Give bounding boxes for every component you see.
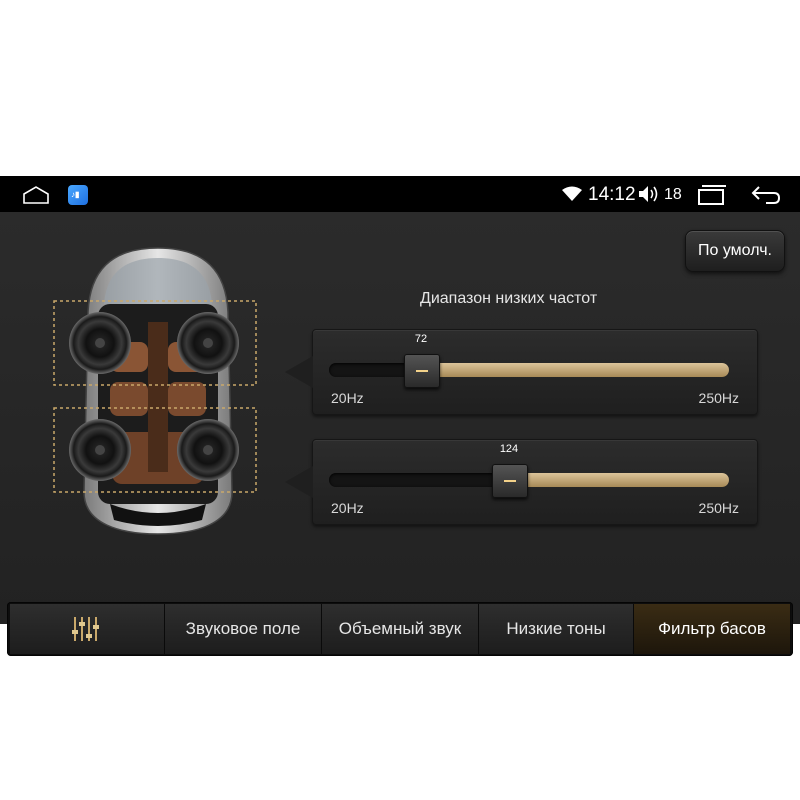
min-label: 20Hz	[331, 390, 364, 406]
slider-fill	[509, 473, 729, 487]
slider-fill	[421, 363, 729, 377]
section-title: Диапазон низких частот	[420, 290, 598, 307]
panel-pointer	[285, 466, 313, 498]
tab-low-tones[interactable]: Низкие тоны	[479, 604, 634, 654]
wifi-icon	[562, 186, 582, 201]
bass-filter-page: По умолч. Диапазон низких частот 72 20Hz…	[0, 212, 800, 656]
tab-bar: Звуковое поле Объемный звук Низкие тоны …	[7, 602, 793, 656]
tab-equalizer[interactable]	[10, 604, 165, 654]
min-label: 20Hz	[331, 500, 364, 516]
back-icon[interactable]	[750, 183, 782, 205]
tab-surround-sound[interactable]: Объемный звук	[322, 604, 479, 654]
frequency-slider-track[interactable]	[329, 473, 729, 487]
frequency-slider-track[interactable]	[329, 363, 729, 377]
tab-bass-filter[interactable]: Фильтр басов	[634, 604, 791, 654]
rear-filter-panel: 124 20Hz 250Hz	[285, 439, 758, 525]
max-label: 250Hz	[698, 390, 739, 406]
frequency-slider-thumb[interactable]	[404, 354, 440, 388]
default-button[interactable]: По умолч.	[685, 230, 785, 272]
max-label: 250Hz	[698, 500, 739, 516]
app-icon[interactable]: ♪▮	[68, 185, 88, 205]
home-icon[interactable]	[22, 185, 50, 205]
volume-icon[interactable]	[638, 184, 662, 204]
tab-sound-field[interactable]: Звуковое поле	[165, 604, 322, 654]
equalizer-icon	[72, 617, 99, 641]
front-filter-panel: 72 20Hz 250Hz	[285, 329, 758, 415]
clock: 14:12	[588, 184, 636, 205]
recent-apps-icon[interactable]	[697, 184, 727, 206]
volume-level: 18	[664, 186, 682, 203]
slider-value: 124	[499, 443, 519, 455]
head-unit-screen: ♪▮ 14:12 18 По умолч. Диапазон низких ча…	[0, 176, 800, 656]
status-bar: ♪▮ 14:12 18	[0, 176, 800, 212]
car-speakers-illustration	[53, 247, 257, 535]
frequency-slider-thumb[interactable]	[492, 464, 528, 498]
slider-value: 72	[414, 333, 428, 345]
panel-pointer	[285, 356, 313, 388]
